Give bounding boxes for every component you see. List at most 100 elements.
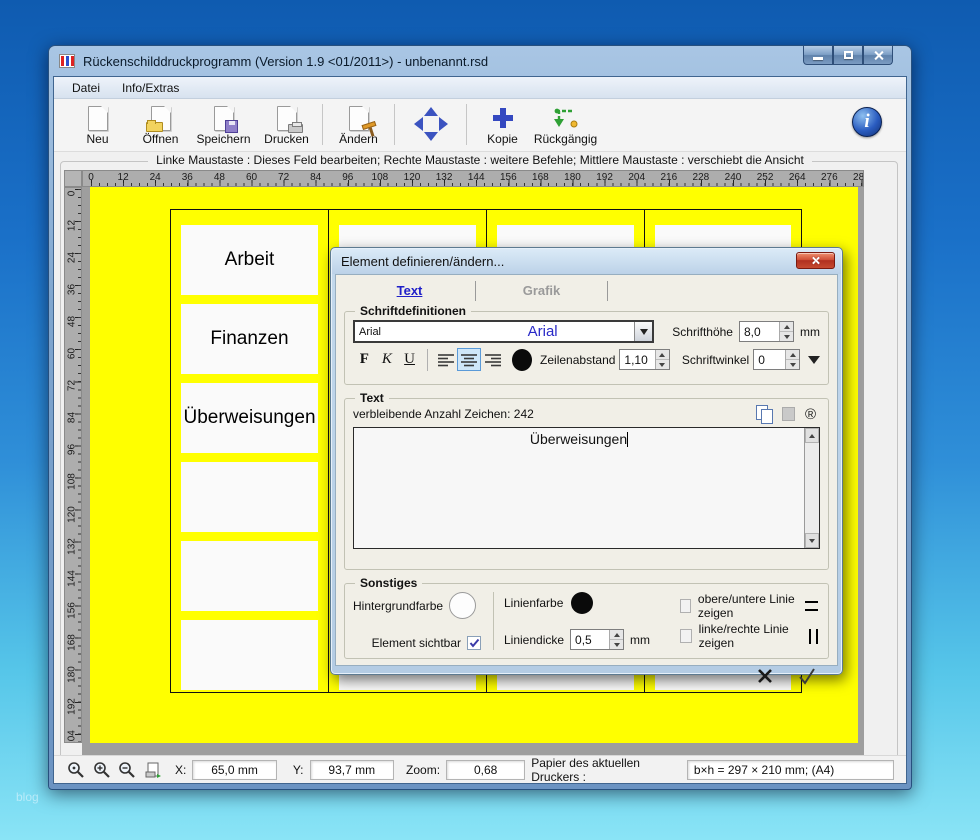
textarea-scrollbar[interactable] — [804, 428, 819, 548]
align-left-button[interactable] — [434, 348, 458, 371]
minimize-icon — [813, 57, 823, 60]
ruler-number: 24 — [67, 248, 78, 268]
spin-up-icon[interactable] — [656, 350, 669, 360]
font-size-value[interactable]: 8,0 — [740, 322, 779, 341]
spin-up-icon[interactable] — [610, 630, 623, 640]
bg-color-button[interactable] — [449, 592, 476, 619]
font-size-spinner[interactable]: 8,0 — [739, 321, 794, 342]
font-family-edit[interactable]: Arial — [355, 322, 451, 341]
zoom-out-icon — [118, 761, 136, 779]
page-setup-button[interactable] — [143, 759, 163, 781]
registered-symbol-button[interactable]: ® — [805, 406, 816, 423]
open-button[interactable]: Öffnen — [129, 101, 192, 151]
font-angle-spinner[interactable]: 0 — [753, 349, 800, 370]
italic-button[interactable]: K — [376, 348, 399, 371]
edit-hammer-icon — [349, 106, 369, 131]
label-cell[interactable] — [181, 541, 318, 611]
undo-button[interactable]: Rückgängig — [534, 101, 597, 151]
copy-button[interactable]: Kopie — [471, 101, 534, 151]
dialog-client: Text Grafik Schriftdefinitionen Arial Ar… — [335, 274, 838, 666]
ruler-number: 156 — [500, 172, 517, 183]
label-cell[interactable] — [181, 462, 318, 532]
change-button[interactable]: Ändern — [327, 101, 390, 151]
line-color-label: Linienfarbe — [504, 596, 563, 610]
maximize-button[interactable] — [833, 46, 863, 65]
ruler-number: 12 — [118, 172, 129, 183]
title-bar[interactable]: Rückenschilddruckprogramm (Version 1.9 <… — [49, 46, 911, 76]
paper-label: Papier des aktuellen Druckers : — [531, 756, 681, 784]
cancel-button[interactable] — [753, 664, 777, 688]
zoom-out-button[interactable] — [117, 759, 137, 781]
ruler-number: 228 — [693, 172, 710, 183]
font-family-preview: Arial — [451, 322, 634, 341]
save-button[interactable]: Speichern — [192, 101, 255, 151]
left-right-line-checkbox[interactable] — [680, 629, 692, 643]
ruler-number: 60 — [246, 172, 257, 183]
dialog-title-bar[interactable]: Element definieren/ändern... — [331, 248, 842, 274]
label-cell[interactable]: Arbeit — [181, 225, 318, 295]
scroll-down-button[interactable] — [805, 533, 819, 548]
ruler-number: 180 — [564, 172, 581, 183]
label-cell[interactable] — [181, 620, 318, 690]
ruler-number: 108 — [67, 472, 78, 492]
spin-up-icon[interactable] — [780, 322, 793, 332]
app-icon — [59, 54, 75, 68]
ruler-number: 180 — [67, 664, 78, 684]
font-combo-dropdown-button[interactable] — [634, 322, 652, 341]
open-folder-icon — [151, 106, 171, 131]
label-cell[interactable]: Finanzen — [181, 304, 318, 374]
element-visible-checkbox[interactable] — [467, 636, 481, 650]
y-label: Y: — [293, 763, 304, 777]
maximize-icon — [844, 51, 853, 59]
tab-text[interactable]: Text — [344, 281, 476, 301]
print-button[interactable]: Drucken — [255, 101, 318, 151]
text-content[interactable]: Überweisungen — [530, 431, 627, 447]
line-width-spinner[interactable]: 0,5 — [570, 629, 624, 650]
zoom-label: Zoom: — [406, 763, 440, 777]
move-view-button[interactable] — [399, 101, 462, 151]
bold-button[interactable]: F — [353, 348, 376, 371]
tab-grafik[interactable]: Grafik — [476, 281, 608, 301]
minimize-button[interactable] — [803, 46, 833, 65]
spin-up-icon[interactable] — [786, 350, 799, 360]
font-family-combo[interactable]: Arial Arial — [353, 320, 654, 343]
spin-down-icon[interactable] — [656, 360, 669, 369]
font-size-label: Schrifthöhe — [672, 325, 733, 339]
angle-dropdown-icon[interactable] — [808, 356, 820, 364]
text-edit-area[interactable]: Überweisungen — [353, 427, 820, 549]
zoom-reset-button[interactable] — [66, 759, 86, 781]
font-angle-value[interactable]: 0 — [754, 350, 785, 369]
align-center-button[interactable] — [457, 348, 481, 371]
horizontal-ruler: 0122436486072849610812013214415616818019… — [82, 170, 864, 187]
top-bottom-line-checkbox[interactable] — [680, 599, 691, 613]
label-cell[interactable]: Überweisungen — [181, 383, 318, 453]
copy-text-icon[interactable] — [756, 405, 772, 423]
info-icon[interactable]: i — [852, 107, 882, 137]
ruler-number: 204 — [628, 172, 645, 183]
font-color-button[interactable] — [512, 349, 532, 371]
new-button[interactable]: Neu — [66, 101, 129, 151]
ok-check-icon — [797, 667, 817, 685]
zoom-value-field: 0,68 — [446, 760, 525, 780]
line-color-button[interactable] — [571, 592, 593, 614]
scroll-up-button[interactable] — [805, 428, 819, 443]
dialog-close-button[interactable] — [796, 252, 835, 269]
spin-down-icon[interactable] — [786, 360, 799, 369]
line-spacing-value[interactable]: 1,10 — [620, 350, 654, 369]
toolbar-separator — [322, 104, 323, 145]
misc-groupbox-legend: Sonstiges — [355, 576, 422, 590]
underline-button[interactable]: U — [398, 348, 421, 371]
desktop: { "window": { "title": "Rückenschilddruc… — [0, 0, 980, 840]
line-spacing-spinner[interactable]: 1,10 — [619, 349, 669, 370]
menu-info-extras[interactable]: Info/Extras — [112, 79, 189, 97]
menu-datei[interactable]: Datei — [62, 79, 110, 97]
spin-down-icon[interactable] — [610, 640, 623, 649]
horizontal-lines-icon — [805, 601, 818, 611]
ok-button[interactable] — [795, 664, 819, 688]
close-button[interactable] — [863, 46, 893, 65]
close-icon — [873, 50, 884, 61]
spin-down-icon[interactable] — [780, 332, 793, 341]
align-right-button[interactable] — [481, 348, 505, 371]
line-width-value[interactable]: 0,5 — [571, 630, 609, 649]
zoom-in-button[interactable] — [92, 759, 112, 781]
